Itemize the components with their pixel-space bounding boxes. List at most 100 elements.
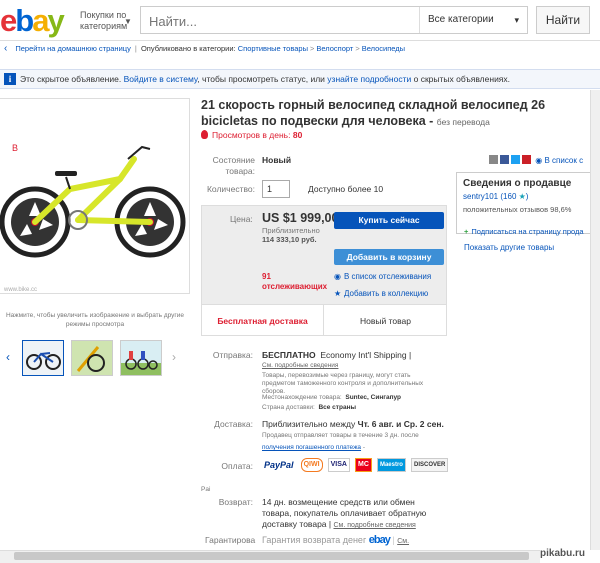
thumbnail-2[interactable] xyxy=(71,340,113,376)
eye-icon: ◉ xyxy=(334,272,341,281)
logo-letter-y: y xyxy=(47,3,64,38)
sidebar-watch-link[interactable]: ◉ В список с xyxy=(535,156,583,165)
breadcrumb-item-sports[interactable]: Спортивные товары xyxy=(238,44,308,53)
delivery-estimate: Приблизительно между Чт. 6 авг. и Ср. 2 … xyxy=(262,419,444,429)
new-item-badge: Новый товар xyxy=(360,316,411,326)
svg-text:www.bike.cc: www.bike.cc xyxy=(3,287,37,293)
vertical-scrollbar[interactable] xyxy=(590,90,600,550)
add-to-watchlist-link[interactable]: ◉ В список отслеживания xyxy=(334,272,431,281)
svg-text:B: B xyxy=(12,143,18,153)
paypal-icon: PayPal xyxy=(264,460,294,470)
views-per-day: Просмотров в день: 80 xyxy=(201,130,302,140)
add-to-collection-link[interactable]: ★ Добавить в коллекцию xyxy=(334,289,428,298)
delivery-label: Доставка: xyxy=(214,419,253,429)
other-items-link[interactable]: Показать другие товары xyxy=(464,243,554,252)
ebay-brand-mark: ebay xyxy=(368,534,391,546)
horizontal-scroll-thumb[interactable] xyxy=(14,552,529,560)
buy-now-button[interactable]: Купить сейчас xyxy=(334,212,444,229)
breadcrumb-item-bicycles[interactable]: Велосипеды xyxy=(362,44,405,53)
email-icon[interactable] xyxy=(489,155,498,164)
logo-letter-e: e xyxy=(0,3,17,38)
guarantee-link[interactable]: См. xyxy=(397,538,409,545)
seller-name-link[interactable]: sentry101 xyxy=(463,192,498,201)
info-icon: i xyxy=(4,73,16,85)
bicycle-image: B www.bike.cc xyxy=(0,143,186,293)
no-translation-label: без перевода xyxy=(436,117,490,127)
returns-small-label: Pai xyxy=(201,486,211,493)
search-input[interactable] xyxy=(147,13,411,30)
back-arrow-icon[interactable]: ‹ xyxy=(4,43,7,54)
dispatch-note: Продавец отправляет товары в течение 3 д… xyxy=(262,432,419,439)
seller-name-line: sentry101 (160 ★) xyxy=(463,192,528,201)
quantity-input[interactable]: 1 xyxy=(262,180,290,198)
search-button[interactable]: Найти xyxy=(536,6,590,34)
shipping-details-link[interactable]: См. подробные сведения xyxy=(262,362,338,370)
published-in-label: Опубликовано в категории: xyxy=(140,44,236,53)
mastercard-icon: MC xyxy=(355,458,372,472)
cleared-payment-link[interactable]: получения погашенного платежа xyxy=(262,444,361,451)
fire-icon xyxy=(201,130,208,139)
approx-label: Приблизительно xyxy=(262,226,320,235)
logo-letter-a: a xyxy=(32,3,49,38)
returns-policy: 14 дн. возмещение средств или обмен това… xyxy=(262,497,427,529)
pinterest-icon[interactable] xyxy=(522,155,531,164)
qiwi-icon: QIWI xyxy=(300,458,323,472)
condition-value: Новый xyxy=(262,155,292,165)
condition-label: Состояние товара: xyxy=(212,155,255,176)
share-bar: ◉ В список с xyxy=(489,155,583,165)
price-value: US $1 999,00 xyxy=(262,211,339,225)
shipping-line: БЕСПЛАТНО Economy Int'l Shipping | xyxy=(262,350,411,360)
payment-methods: PayPal QIWI VISA MC Maestro DISCOVER xyxy=(262,458,450,472)
feedback-score[interactable]: (160 ★) xyxy=(500,192,528,201)
twitter-icon[interactable] xyxy=(511,155,520,164)
approx-price: 114 333,10 руб. xyxy=(262,235,317,244)
quantity-label: Количество: xyxy=(206,184,255,194)
eye-icon: ◉ xyxy=(535,156,543,165)
main-product-image[interactable]: B www.bike.cc xyxy=(0,98,190,294)
notice-text: Это скрытое объявление. Войдите в систем… xyxy=(20,74,511,84)
shop-by-category-button[interactable]: Покупки по категориям ▼ xyxy=(80,10,140,32)
returns-details-link[interactable]: См. подробные сведения xyxy=(333,522,415,529)
breadcrumb-separator: | xyxy=(134,44,137,53)
shipping-label: Отправка: xyxy=(212,350,253,360)
availability-text: Доступно более 10 xyxy=(308,184,384,194)
visa-icon: VISA xyxy=(327,458,350,472)
gallery-caption: Нажмите, чтобы увеличить изображение и в… xyxy=(5,312,185,328)
listing-title: 21 скорость горный велосипед складной ве… xyxy=(201,98,546,128)
seller-heading: Сведения о продавце xyxy=(463,178,572,189)
cleared-payment: получения погашенного платежа - xyxy=(262,444,366,451)
search-category-select[interactable]: Все категории ▾ xyxy=(419,7,527,33)
payments-label: Оплата: xyxy=(221,461,253,471)
breadcrumb-item-cycling[interactable]: Велоспорт xyxy=(316,44,353,53)
thumbs-next-icon[interactable]: › xyxy=(172,350,176,364)
thumbnail-image xyxy=(23,341,63,375)
item-location: Местонахождение товара: Suntec, Сингапур xyxy=(262,394,402,401)
positive-feedback: положительных отзывов 98,6% xyxy=(463,205,572,214)
customs-note: Товары, перевозимые через границу, могут… xyxy=(262,372,424,395)
learn-more-link[interactable]: узнайте подробности xyxy=(327,74,411,84)
facebook-icon[interactable] xyxy=(500,155,509,164)
subscribe-seller-link[interactable]: + Подписаться на страницу прода xyxy=(464,227,584,236)
thumbnail-image xyxy=(72,341,112,375)
logo-letter-b: b xyxy=(15,3,34,38)
search-category-value: Все категории xyxy=(428,14,494,25)
thumbnail-3[interactable] xyxy=(120,340,162,376)
star-icon: ★ xyxy=(518,192,526,201)
sign-in-link[interactable]: Войдите в систему xyxy=(124,74,198,84)
thumbnail-image xyxy=(121,341,161,375)
plus-icon: + xyxy=(464,227,469,236)
thumbs-prev-icon[interactable]: ‹ xyxy=(6,350,10,364)
search-bar: Все категории ▾ xyxy=(140,6,528,34)
price-label: Цена: xyxy=(230,214,253,224)
add-to-cart-button[interactable]: Добавить в корзину xyxy=(334,249,444,265)
star-icon: ★ xyxy=(334,289,342,298)
chevron-down-icon: ▾ xyxy=(514,15,519,25)
ebay-logo[interactable]: ebay xyxy=(0,4,74,38)
shipping-method: Economy Int'l Shipping | xyxy=(320,350,412,360)
returns-label: Возврат: xyxy=(218,497,253,507)
views-count: 80 xyxy=(292,130,303,140)
money-back-guarantee: Гарантия возврата денег ebay | См. xyxy=(262,534,410,546)
category-button-label: Покупки по категориям xyxy=(80,10,128,31)
home-link[interactable]: Перейти на домашнюю страницу xyxy=(15,44,130,53)
thumbnail-1[interactable] xyxy=(22,340,64,376)
